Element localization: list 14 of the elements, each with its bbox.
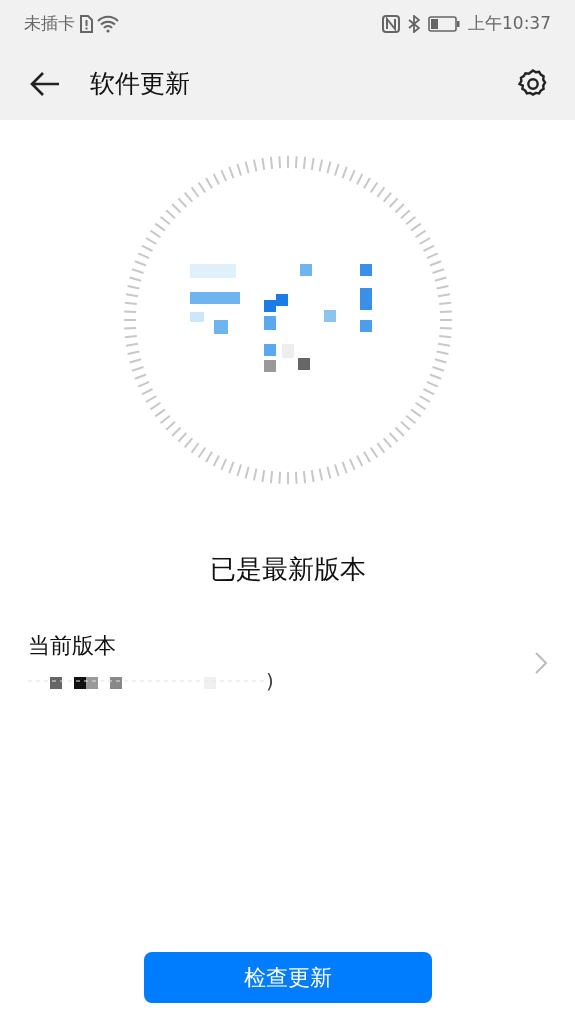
carrier-text: 未插卡	[24, 12, 75, 36]
chevron-right-icon	[535, 651, 547, 674]
wifi-icon	[97, 15, 119, 33]
battery-icon	[428, 16, 460, 32]
version-row[interactable]: 当前版本 )	[0, 629, 575, 696]
nfc-icon	[382, 15, 400, 33]
clock-text: 上午10:37	[468, 12, 551, 36]
bluetooth-icon	[408, 15, 420, 33]
version-label: 当前版本	[28, 632, 117, 660]
sim-alert-icon	[79, 15, 93, 33]
page-title: 软件更新	[90, 68, 190, 101]
version-text: )	[266, 668, 274, 695]
check-update-button[interactable]: 检查更新	[143, 952, 432, 1003]
status-message: 已是最新版本	[208, 553, 367, 586]
